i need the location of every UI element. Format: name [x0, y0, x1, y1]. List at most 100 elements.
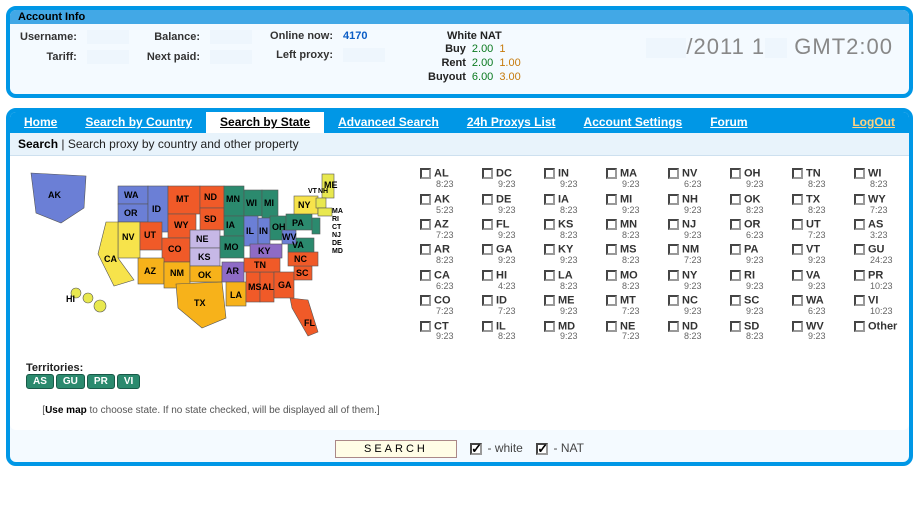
us-map-svg[interactable]: [26, 168, 396, 358]
state-checkbox-ms[interactable]: [606, 244, 617, 255]
state-checkbox-mo[interactable]: [606, 270, 617, 281]
state-checkbox-co[interactable]: [420, 295, 431, 306]
state-checkbox-ks[interactable]: [544, 219, 555, 230]
state-cell-ky: KY9:23: [544, 244, 598, 265]
state-cell-oh: OH9:23: [730, 168, 784, 189]
state-cell-nc: NC9:23: [668, 295, 722, 316]
state-checkbox-other[interactable]: [854, 321, 865, 332]
state-checkbox-mi[interactable]: [606, 194, 617, 205]
state-checkbox-va[interactable]: [792, 270, 803, 281]
nav-home[interactable]: Home: [10, 112, 71, 133]
map-column: AK WA OR ID MT ND SD MN WI MI NV CA UT W…: [26, 168, 396, 416]
state-checkbox-wv[interactable]: [792, 321, 803, 332]
state-checkbox-ca[interactable]: [420, 270, 431, 281]
state-checkbox-or[interactable]: [730, 219, 741, 230]
state-checkbox-ia[interactable]: [544, 194, 555, 205]
state-checkbox-pr[interactable]: [854, 270, 865, 281]
state-cell-vt: VT9:23: [792, 244, 846, 265]
state-checkbox-dc[interactable]: [482, 168, 493, 179]
nat-buyout-white: 6.00: [471, 70, 494, 84]
state-checkbox-vt[interactable]: [792, 244, 803, 255]
white-label: - white: [488, 441, 523, 455]
territory-pill-pr[interactable]: PR: [87, 374, 115, 389]
nav-logout[interactable]: LogOut: [838, 112, 909, 133]
state-checkbox-nh[interactable]: [668, 194, 679, 205]
state-checkbox-ri[interactable]: [730, 270, 741, 281]
state-checkbox-ga[interactable]: [482, 244, 493, 255]
state-time: 8:23: [622, 256, 660, 265]
state-checkbox-oh[interactable]: [730, 168, 741, 179]
nav-24h-list[interactable]: 24h Proxys List: [453, 112, 570, 133]
state-checkbox-in[interactable]: [544, 168, 555, 179]
state-checkbox-fl[interactable]: [482, 219, 493, 230]
state-abbr: NV: [682, 168, 697, 180]
state-checkbox-wy[interactable]: [854, 194, 865, 205]
territory-pill-gu[interactable]: GU: [56, 374, 85, 389]
state-checkbox-mt[interactable]: [606, 295, 617, 306]
nat-checkbox[interactable]: [536, 443, 548, 455]
nav-forum[interactable]: Forum: [696, 112, 761, 133]
search-button[interactable]: SEARCH: [335, 440, 457, 458]
state-abbr: DC: [496, 168, 512, 180]
state-checkbox-il[interactable]: [482, 321, 493, 332]
white-checkbox[interactable]: [470, 443, 482, 455]
nav-advanced-search[interactable]: Advanced Search: [324, 112, 453, 133]
state-abbr: NH: [682, 193, 698, 205]
white-nat-title: White NAT: [423, 30, 526, 42]
state-checkbox-nv[interactable]: [668, 168, 679, 179]
state-checkbox-la[interactable]: [544, 270, 555, 281]
state-checkbox-ny[interactable]: [668, 270, 679, 281]
state-checkbox-as[interactable]: [854, 219, 865, 230]
online-now-label: Online now:: [270, 30, 337, 42]
state-checkbox-ky[interactable]: [544, 244, 555, 255]
state-time: 7:23: [684, 256, 722, 265]
state-checkbox-nj[interactable]: [668, 219, 679, 230]
nat-buy-nat: 1: [498, 42, 521, 56]
nav-search-country[interactable]: Search by Country: [71, 112, 206, 133]
state-abbr: NJ: [682, 218, 696, 230]
state-cell-ne: NE7:23: [606, 321, 660, 342]
state-checkbox-ne[interactable]: [606, 321, 617, 332]
state-checkbox-gu[interactable]: [854, 244, 865, 255]
territory-pill-as[interactable]: AS: [26, 374, 54, 389]
state-checkbox-ct[interactable]: [420, 321, 431, 332]
state-checkbox-nc[interactable]: [668, 295, 679, 306]
main-panel: Home Search by Country Search by State A…: [6, 108, 913, 466]
state-checkbox-al[interactable]: [420, 168, 431, 179]
state-checkbox-sd[interactable]: [730, 321, 741, 332]
state-abbr: PR: [868, 269, 883, 281]
state-checkbox-md[interactable]: [544, 321, 555, 332]
state-checkbox-ma[interactable]: [606, 168, 617, 179]
us-map[interactable]: AK WA OR ID MT ND SD MN WI MI NV CA UT W…: [26, 168, 396, 358]
territories-row: Territories: ASGUPRVI: [26, 362, 396, 389]
state-checkbox-nd[interactable]: [668, 321, 679, 332]
state-checkbox-ak[interactable]: [420, 194, 431, 205]
state-checkbox-tx[interactable]: [792, 194, 803, 205]
state-checkbox-mn[interactable]: [606, 219, 617, 230]
state-checkbox-sc[interactable]: [730, 295, 741, 306]
state-checkbox-ok[interactable]: [730, 194, 741, 205]
state-checkbox-wi[interactable]: [854, 168, 865, 179]
state-checkbox-pa[interactable]: [730, 244, 741, 255]
state-time: 9:23: [498, 206, 536, 215]
state-checkbox-hi[interactable]: [482, 270, 493, 281]
state-checkbox-me[interactable]: [544, 295, 555, 306]
state-checkbox-nm[interactable]: [668, 244, 679, 255]
state-checkbox-az[interactable]: [420, 219, 431, 230]
state-checkbox-ar[interactable]: [420, 244, 431, 255]
state-time: 9:23: [622, 180, 660, 189]
territory-pill-vi[interactable]: VI: [117, 374, 140, 389]
state-checkbox-de[interactable]: [482, 194, 493, 205]
state-checkbox-id[interactable]: [482, 295, 493, 306]
state-abbr: NY: [682, 269, 697, 281]
state-abbr: OK: [744, 193, 761, 205]
state-checkbox-wa[interactable]: [792, 295, 803, 306]
state-checkbox-ut[interactable]: [792, 219, 803, 230]
nav-account-settings[interactable]: Account Settings: [570, 112, 697, 133]
state-time: 9:23: [498, 231, 536, 240]
state-cell-pa: PA9:23: [730, 244, 784, 265]
nav-search-state[interactable]: Search by State: [206, 112, 324, 133]
nat-buyout-nat: 3.00: [498, 70, 521, 84]
state-checkbox-tn[interactable]: [792, 168, 803, 179]
state-checkbox-vi[interactable]: [854, 295, 865, 306]
